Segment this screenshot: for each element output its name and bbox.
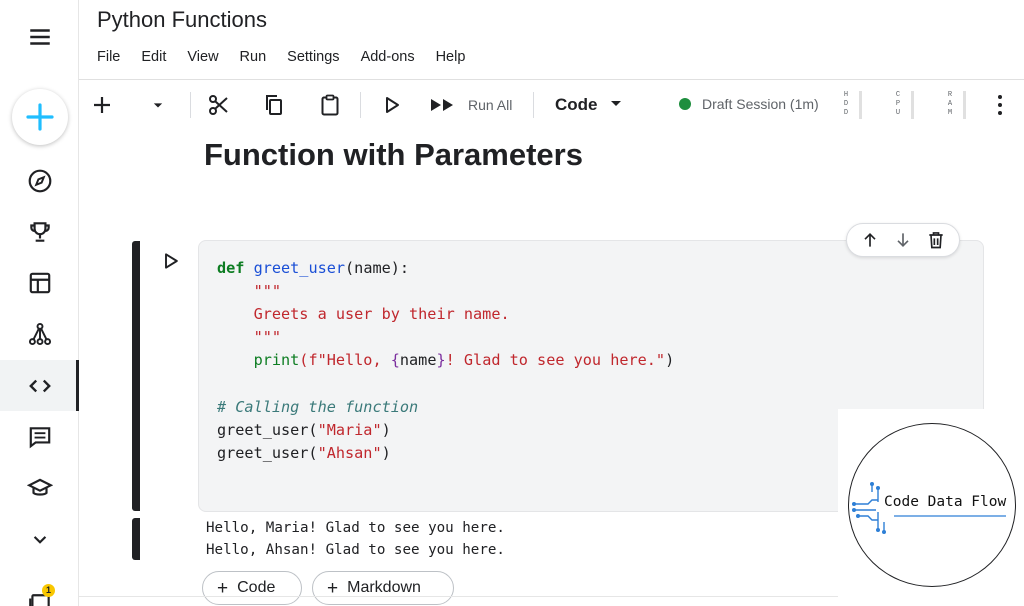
caret-down-icon (153, 103, 163, 108)
copy-button[interactable] (261, 89, 287, 121)
hdd-meter-bar (859, 91, 862, 119)
menu-edit[interactable]: Edit (141, 49, 166, 65)
circuit-logo-icon: Code Data Flow (852, 482, 1006, 534)
plus-icon: + (327, 577, 339, 599)
delete-icon[interactable] (924, 228, 948, 252)
ram-meter-bar (963, 91, 966, 119)
play-icon (386, 97, 399, 113)
add-cell-dropdown[interactable] (148, 89, 168, 121)
create-plus-icon (26, 103, 54, 131)
left-sidebar: 1 (0, 0, 79, 606)
session-status-dot (679, 98, 691, 110)
caret-down-icon[interactable] (611, 101, 621, 106)
create-button[interactable] (12, 89, 68, 145)
cell-type-select[interactable]: Code (555, 95, 598, 115)
menu-run[interactable]: Run (240, 49, 267, 65)
selected-cell-indicator (132, 241, 140, 511)
run-all-button[interactable] (428, 89, 458, 121)
copy-icon (266, 95, 282, 115)
cpu-meter-label: CPU (895, 91, 901, 117)
menu-file[interactable]: File (97, 49, 120, 65)
menu-icon[interactable] (22, 19, 58, 55)
move-up-icon[interactable] (858, 228, 882, 252)
ram-meter-label: RAM (947, 91, 953, 117)
output-cell-indicator (132, 518, 140, 560)
add-markdown-cell-button[interactable]: + Markdown (312, 571, 454, 605)
move-down-icon[interactable] (891, 228, 915, 252)
clipboard-icon (321, 94, 339, 116)
code-content[interactable]: def greet_user(name): """ Greets a user … (217, 257, 674, 465)
models-icon[interactable] (22, 316, 58, 352)
cpu-meter-bar (911, 91, 914, 119)
menu-bar: File Edit View Run Settings Add-ons Help (97, 49, 486, 65)
header-divider (79, 79, 1024, 80)
expand-chevron-icon[interactable] (22, 521, 58, 557)
toolbar-separator (533, 92, 534, 118)
cell-actions-toolbar (846, 223, 960, 257)
plus-icon (94, 97, 110, 113)
run-cell-button[interactable] (380, 89, 404, 121)
add-code-cell-button[interactable]: + Code (202, 571, 302, 605)
toolbar-separator (190, 92, 191, 118)
notification-badge: 1 (42, 584, 55, 597)
notebook-title[interactable]: Python Functions (97, 7, 267, 33)
run-cell-icon[interactable] (160, 250, 182, 272)
compass-icon[interactable] (22, 163, 58, 199)
watermark-text: Code Data Flow (884, 494, 1006, 510)
discussion-icon[interactable] (22, 419, 58, 455)
trophy-icon[interactable] (22, 214, 58, 250)
output-line: Hello, Ahsan! Glad to see you here. (206, 542, 505, 558)
run-all-label[interactable]: Run All (468, 97, 512, 113)
code-icon[interactable] (22, 368, 58, 404)
fast-forward-icon (431, 99, 453, 111)
menu-help[interactable]: Help (436, 49, 466, 65)
toolbar-separator (360, 92, 361, 118)
plus-icon: + (217, 577, 229, 599)
hdd-meter-label: HDD (843, 91, 849, 117)
session-status-label[interactable]: Draft Session (1m) (702, 96, 819, 112)
output-line: Hello, Maria! Glad to see you here. (206, 520, 505, 536)
more-options-icon[interactable] (990, 93, 1010, 117)
cut-button[interactable] (205, 89, 233, 121)
menu-view[interactable]: View (187, 49, 218, 65)
menu-add-ons[interactable]: Add-ons (361, 49, 415, 65)
learn-icon[interactable] (22, 470, 58, 506)
paste-button[interactable] (317, 89, 343, 121)
scissors-icon (209, 95, 228, 115)
menu-settings[interactable]: Settings (287, 49, 339, 65)
add-cell-button[interactable] (89, 89, 115, 121)
cell-output: Hello, Maria! Glad to see you here. Hell… (206, 517, 505, 561)
table-icon[interactable] (22, 265, 58, 301)
markdown-heading[interactable]: Function with Parameters (204, 137, 583, 173)
